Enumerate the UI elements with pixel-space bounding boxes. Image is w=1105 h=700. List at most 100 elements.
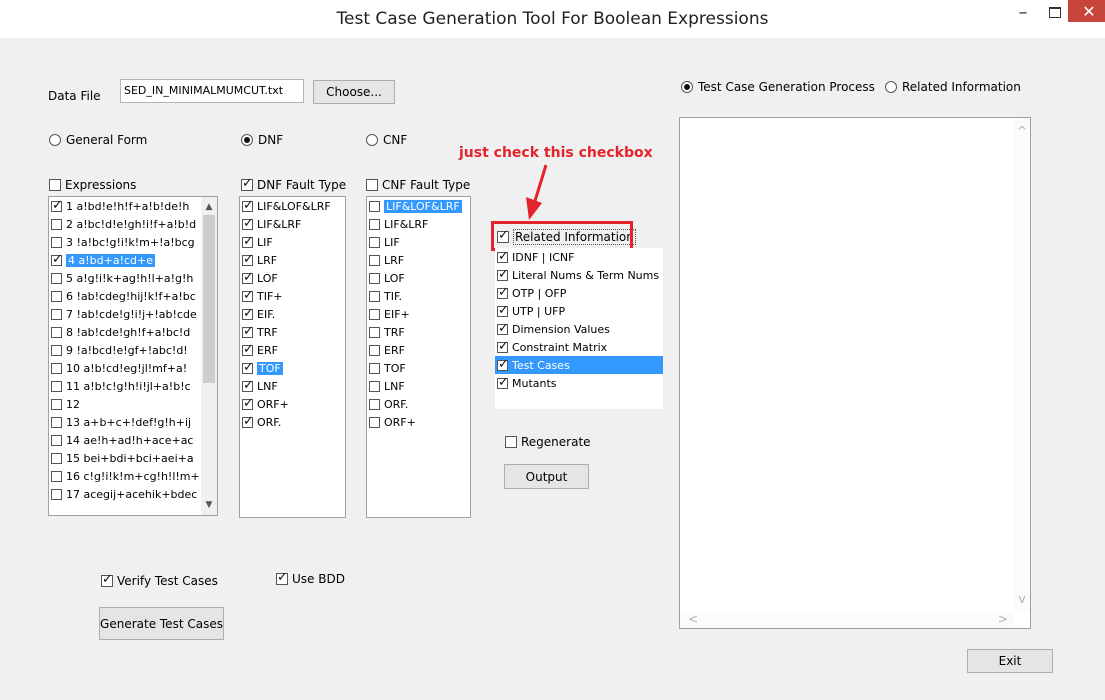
list-item-checkbox[interactable] xyxy=(51,326,62,338)
list-item[interactable]: ORF+ xyxy=(367,413,470,431)
list-item[interactable]: 17 acegij+acehik+bdec xyxy=(49,485,201,503)
list-item[interactable]: 14 ae!h+ad!h+ace+ac xyxy=(49,431,201,449)
list-item[interactable]: TOF xyxy=(367,359,470,377)
list-item[interactable]: LIF&LRF xyxy=(367,215,470,233)
list-item-checkbox[interactable] xyxy=(51,434,62,446)
list-item-checkbox[interactable] xyxy=(369,236,380,248)
list-item-checkbox[interactable] xyxy=(242,252,254,268)
list-item[interactable]: 3 !a!bc!g!i!k!m+!a!bcg xyxy=(49,233,201,251)
list-item-checkbox[interactable] xyxy=(242,270,254,286)
list-item[interactable]: EIF. xyxy=(240,305,345,323)
list-item[interactable]: LNF xyxy=(367,377,470,395)
list-item[interactable]: LOF xyxy=(240,269,345,287)
list-item[interactable]: IDNF | ICNF xyxy=(495,248,663,266)
list-item[interactable]: LIF xyxy=(240,233,345,251)
list-item-checkbox[interactable] xyxy=(242,234,254,250)
list-item[interactable]: 11 a!b!c!g!h!i!jl+a!b!c xyxy=(49,377,201,395)
use-bdd-checkbox[interactable] xyxy=(276,570,288,586)
cnf-radio[interactable]: CNF xyxy=(366,133,407,147)
list-item-checkbox[interactable] xyxy=(51,272,62,284)
cnf-fault-select-all[interactable]: CNF Fault Type xyxy=(366,178,470,192)
list-item-checkbox[interactable] xyxy=(369,398,380,410)
list-item[interactable]: LIF&LOF&LRF xyxy=(240,197,345,215)
list-item[interactable]: LNF xyxy=(240,377,345,395)
list-item[interactable]: UTP | UFP xyxy=(495,302,663,320)
expressions-scroll-thumb[interactable] xyxy=(203,215,215,383)
list-item-checkbox[interactable] xyxy=(242,306,254,322)
list-item[interactable]: 8 !ab!cde!gh!f+a!bc!d xyxy=(49,323,201,341)
output-hscroll[interactable]: < > xyxy=(680,612,1014,628)
output-button[interactable]: Output xyxy=(504,464,589,489)
related-info-list[interactable]: IDNF | ICNF Literal Nums & Term Nums OTP |… xyxy=(495,248,663,409)
list-item-checkbox[interactable] xyxy=(497,339,509,355)
list-item[interactable]: LIF&LOF&LRF xyxy=(367,197,470,215)
list-item-checkbox[interactable] xyxy=(51,218,62,230)
expressions-list[interactable]: ▲ ▼ 1 a!bd!e!h!f+a!b!de!h 2 a!bc!d!e!gh!i… xyxy=(48,196,218,516)
list-item-checkbox[interactable] xyxy=(242,288,254,304)
scroll-up-icon[interactable]: ▲ xyxy=(201,199,217,215)
list-item-checkbox[interactable] xyxy=(51,470,62,482)
list-item[interactable]: ERF xyxy=(367,341,470,359)
close-button[interactable]: ✕ xyxy=(1068,0,1105,22)
list-item-checkbox[interactable] xyxy=(51,488,62,500)
dnf-radio[interactable]: DNF xyxy=(241,133,283,147)
view-related-radio[interactable]: Related Information xyxy=(885,80,1021,94)
scroll-down-icon[interactable]: ▼ xyxy=(201,497,217,513)
list-item-checkbox[interactable] xyxy=(242,378,254,394)
list-item-checkbox[interactable] xyxy=(51,398,62,410)
use-bdd-checkbox-row[interactable]: Use BDD xyxy=(276,570,345,586)
list-item-checkbox[interactable] xyxy=(369,272,380,284)
list-item-checkbox[interactable] xyxy=(369,344,380,356)
list-item-checkbox[interactable] xyxy=(51,452,62,464)
list-item-checkbox[interactable] xyxy=(51,290,62,302)
list-item-checkbox[interactable] xyxy=(369,380,380,392)
list-item[interactable]: TRF xyxy=(367,323,470,341)
expressions-scrollbar[interactable]: ▲ ▼ xyxy=(201,197,217,515)
list-item[interactable]: Mutants xyxy=(495,374,663,392)
list-item-checkbox[interactable] xyxy=(497,357,509,373)
list-item-checkbox[interactable] xyxy=(369,416,380,428)
list-item-checkbox[interactable] xyxy=(369,326,380,338)
output-scroll-left-icon[interactable]: < xyxy=(688,612,698,626)
list-item[interactable]: 15 bei+bdi+bci+aei+a xyxy=(49,449,201,467)
list-item[interactable]: ORF. xyxy=(367,395,470,413)
list-item[interactable]: 16 c!g!i!k!m+cg!h!l!m+ xyxy=(49,467,201,485)
list-item[interactable]: LIF&LRF xyxy=(240,215,345,233)
general-form-radio[interactable]: General Form xyxy=(49,133,147,147)
regenerate-checkbox[interactable] xyxy=(505,436,517,448)
list-item-checkbox[interactable] xyxy=(242,198,254,214)
list-item[interactable]: LOF xyxy=(367,269,470,287)
list-item-checkbox[interactable] xyxy=(369,308,380,320)
list-item[interactable]: LIF xyxy=(367,233,470,251)
verify-checkbox-row[interactable]: Verify Test Cases xyxy=(101,572,218,588)
cnf-fault-checkbox[interactable] xyxy=(366,179,378,191)
list-item-checkbox[interactable] xyxy=(51,308,62,320)
expressions-select-all[interactable]: Expressions xyxy=(49,178,136,192)
list-item[interactable]: ORF. xyxy=(240,413,345,431)
list-item[interactable]: TIF. xyxy=(367,287,470,305)
dnf-fault-checkbox[interactable] xyxy=(241,176,253,192)
expressions-checkbox[interactable] xyxy=(49,179,61,191)
list-item-checkbox[interactable] xyxy=(242,360,254,376)
list-item-checkbox[interactable] xyxy=(369,200,380,212)
list-item[interactable]: TIF+ xyxy=(240,287,345,305)
list-item-checkbox[interactable] xyxy=(497,375,509,391)
list-item-checkbox[interactable] xyxy=(51,344,62,356)
list-item[interactable]: Dimension Values xyxy=(495,320,663,338)
output-vscroll[interactable]: ^ v xyxy=(1014,118,1030,612)
list-item-checkbox[interactable] xyxy=(242,414,254,430)
list-item[interactable]: 10 a!b!cd!eg!jl!mf+a! xyxy=(49,359,201,377)
list-item[interactable]: 2 a!bc!d!e!gh!i!f+a!b!d xyxy=(49,215,201,233)
output-scroll-down-icon[interactable]: v xyxy=(1014,592,1030,606)
list-item[interactable]: OTP | OFP xyxy=(495,284,663,302)
exit-button[interactable]: Exit xyxy=(967,649,1053,673)
list-item[interactable]: TRF xyxy=(240,323,345,341)
view-process-radio[interactable]: Test Case Generation Process xyxy=(681,80,875,94)
list-item-checkbox[interactable] xyxy=(497,285,509,301)
list-item[interactable]: 4 a!bd+a!cd+e xyxy=(49,251,201,269)
verify-checkbox[interactable] xyxy=(101,572,113,588)
list-item[interactable]: EIF+ xyxy=(367,305,470,323)
choose-file-button[interactable]: Choose... xyxy=(313,80,395,104)
list-item-checkbox[interactable] xyxy=(369,290,380,302)
maximize-button[interactable] xyxy=(1040,0,1070,24)
